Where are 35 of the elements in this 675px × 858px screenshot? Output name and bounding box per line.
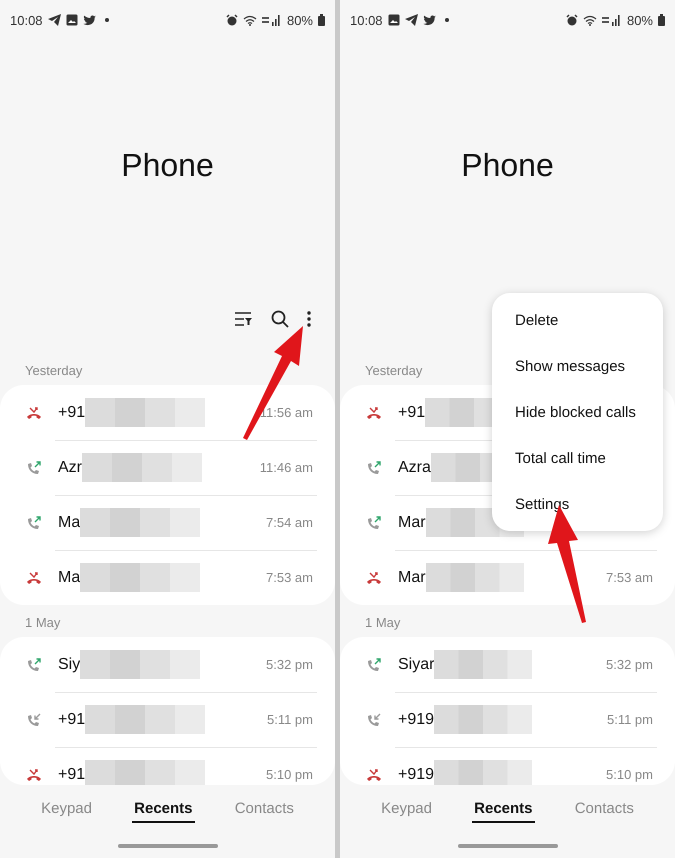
status-time: 10:08 xyxy=(10,12,43,28)
date-heading: 1 May xyxy=(25,615,60,630)
caller-name: +91 xyxy=(58,710,86,728)
caller-name: Siyar xyxy=(398,656,434,674)
call-time: 7:54 am xyxy=(266,515,314,530)
call-time: 5:11 pm xyxy=(266,712,314,727)
call-time: 11:56 am xyxy=(260,405,314,420)
date-heading: Yesterday xyxy=(25,363,82,378)
caller-name: Mar xyxy=(398,514,426,532)
call-time: 5:10 pm xyxy=(266,767,314,782)
caller-name: +919 xyxy=(398,766,434,784)
app-title: Phone xyxy=(461,147,554,184)
call-time: 5:32 pm xyxy=(266,657,314,672)
call-time: 7:53 am xyxy=(266,570,314,585)
caller-name: Azra xyxy=(398,458,431,476)
caller-name: Azr xyxy=(58,458,82,476)
caller-name: Ma xyxy=(58,568,80,586)
caller-name: +91 xyxy=(58,404,86,422)
call-time: 11:46 am xyxy=(260,460,314,475)
date-heading: Yesterday xyxy=(365,363,422,378)
call-time: 5:32 pm xyxy=(606,657,654,672)
caller-name: Mar xyxy=(398,568,426,586)
status-time: 10:08 xyxy=(350,12,383,28)
battery-level: 80% xyxy=(626,12,653,28)
call-time: 7:53 am xyxy=(606,570,654,585)
caller-name: +91 xyxy=(58,766,86,784)
caller-name: +919 xyxy=(398,710,434,728)
caller-name: Siy xyxy=(58,656,80,674)
call-time: 5:10 pm xyxy=(606,767,654,782)
date-heading: 1 May xyxy=(365,615,400,630)
call-time: 5:11 pm xyxy=(606,712,654,727)
app-title: Phone xyxy=(121,147,214,184)
battery-level: 80% xyxy=(286,12,313,28)
caller-name: +91 xyxy=(398,404,426,422)
caller-name: Ma xyxy=(58,514,80,532)
